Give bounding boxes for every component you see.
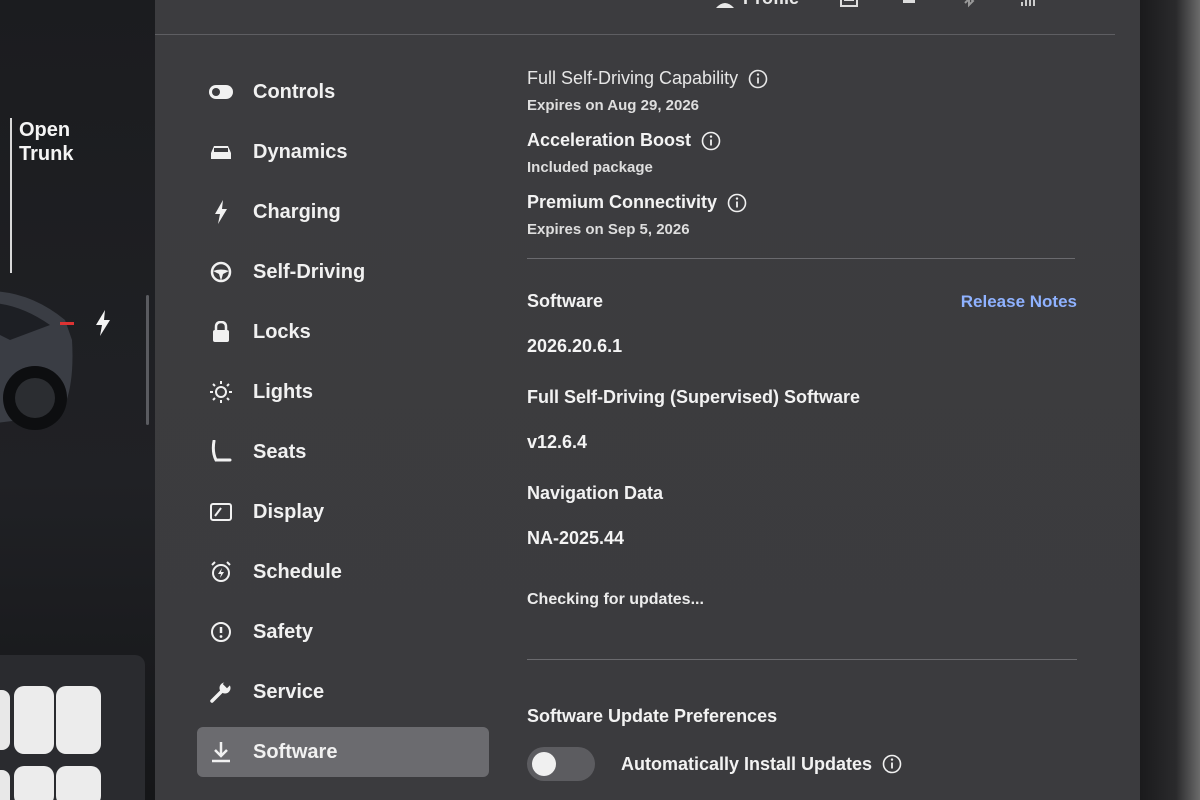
auto-install-label: Automatically Install Updates (621, 753, 873, 774)
seat-tray (0, 655, 145, 800)
wrench-icon (209, 680, 233, 704)
sidebar-item-label: Seats (253, 440, 307, 463)
glovebox-icon[interactable] (839, 0, 859, 8)
navigation-data-label: Navigation Data (527, 483, 664, 503)
section-divider (527, 258, 1075, 259)
sidebar-item-label: Locks (253, 320, 311, 343)
bolt-icon (209, 200, 233, 224)
sidebar-item-software[interactable]: Software (197, 727, 489, 777)
software-panel: Full Self-Driving Capability Expires on … (527, 68, 1077, 781)
feature-subtitle: Expires on Sep 5, 2026 (527, 221, 690, 238)
navigation-data-version: NA-2025.44 (527, 528, 625, 548)
sidebar-item-label: Schedule (253, 560, 342, 583)
sidebar-item-label: Dynamics (253, 140, 348, 163)
settings-screen: Profile Controls Dynamics (155, 0, 1140, 800)
sidebar-item-self-driving[interactable]: Self-Driving (197, 242, 497, 302)
scroll-indicator (146, 295, 149, 425)
info-icon[interactable] (882, 754, 902, 774)
sidebar-item-display[interactable]: Display (197, 482, 497, 542)
seat-layout-icon (0, 686, 101, 800)
sidebar-item-label: Charging (253, 200, 341, 223)
feature-subtitle: Included package (527, 159, 653, 176)
sidebar-item-label: Lights (253, 380, 313, 403)
screen-bezel (1140, 0, 1200, 800)
display-icon (209, 500, 233, 524)
status-bar: Profile (715, 0, 1039, 10)
profile-label: Profile (743, 0, 799, 9)
info-icon[interactable] (701, 131, 721, 151)
sidebar-item-label: Software (253, 740, 338, 763)
sidebar-item-label: Safety (253, 620, 314, 643)
car-render (0, 291, 74, 430)
software-label: Software (527, 291, 604, 311)
sidebar-item-label: Display (253, 500, 325, 523)
sidebar-item-label: Controls (253, 80, 336, 103)
trunk-label-line2: Trunk (19, 143, 74, 165)
feature-title: Full Self-Driving Capability (527, 68, 739, 88)
feature-acceleration-boost: Acceleration Boost Included package (527, 130, 1077, 176)
feature-title: Premium Connectivity (527, 192, 718, 212)
settings-sidebar: Controls Dynamics Charging Self-Driving … (197, 62, 497, 777)
open-trunk-button[interactable]: Open Trunk (19, 118, 73, 166)
sidebar-item-service[interactable]: Service (197, 662, 497, 722)
auto-install-row: Automatically Install Updates (527, 747, 1077, 781)
sidebar-item-safety[interactable]: Safety (197, 602, 497, 662)
profile-button[interactable]: Profile (715, 0, 799, 9)
update-status: Checking for updates... (527, 591, 704, 608)
section-divider (527, 659, 1077, 660)
person-icon (716, 3, 734, 8)
car-panel: Open Trunk (0, 0, 155, 800)
steering-wheel-icon (209, 260, 233, 284)
trunk-indicator-line (10, 118, 12, 273)
alarm-clock-icon (209, 560, 233, 584)
download-icon (209, 740, 233, 764)
feature-premium-connectivity: Premium Connectivity Expires on Sep 5, 2… (527, 192, 1077, 238)
bell-icon[interactable] (899, 0, 919, 8)
sidebar-item-locks[interactable]: Locks (197, 302, 497, 362)
info-icon[interactable] (727, 193, 747, 213)
info-icon[interactable] (748, 69, 768, 89)
signal-icon (1021, 0, 1036, 6)
sidebar-item-charging[interactable]: Charging (197, 182, 497, 242)
release-notes-link[interactable]: Release Notes (961, 292, 1077, 312)
car-icon (209, 140, 233, 164)
sidebar-item-seats[interactable]: Seats (197, 422, 497, 482)
seat-icon (209, 440, 233, 464)
lock-icon (209, 320, 233, 344)
sidebar-item-label: Self-Driving (253, 260, 366, 283)
update-preferences-title: Software Update Preferences (527, 706, 778, 726)
software-header: Software Release Notes (527, 291, 1077, 312)
toggle-knob (532, 752, 556, 776)
sun-icon (209, 380, 233, 404)
header-divider (155, 34, 1115, 35)
charge-port-bolt-icon[interactable] (94, 310, 112, 336)
feature-subtitle: Expires on Aug 29, 2026 (527, 97, 700, 114)
fsd-software-label: Full Self-Driving (Supervised) Software (527, 387, 861, 407)
sidebar-item-schedule[interactable]: Schedule (197, 542, 497, 602)
fsd-software-version: v12.6.4 (527, 432, 588, 452)
auto-install-toggle[interactable] (527, 747, 595, 781)
feature-fsd-capability: Full Self-Driving Capability Expires on … (527, 68, 1077, 114)
bluetooth-icon[interactable] (959, 0, 979, 8)
sidebar-item-dynamics[interactable]: Dynamics (197, 122, 497, 182)
sidebar-item-label: Service (253, 680, 325, 703)
feature-title: Acceleration Boost (527, 130, 692, 150)
toggle-icon (209, 80, 233, 104)
trunk-label-line1: Open (19, 119, 71, 141)
sidebar-item-controls[interactable]: Controls (197, 62, 497, 122)
sidebar-item-lights[interactable]: Lights (197, 362, 497, 422)
alert-circle-icon (209, 620, 233, 644)
software-version: 2026.20.6.1 (527, 336, 623, 356)
